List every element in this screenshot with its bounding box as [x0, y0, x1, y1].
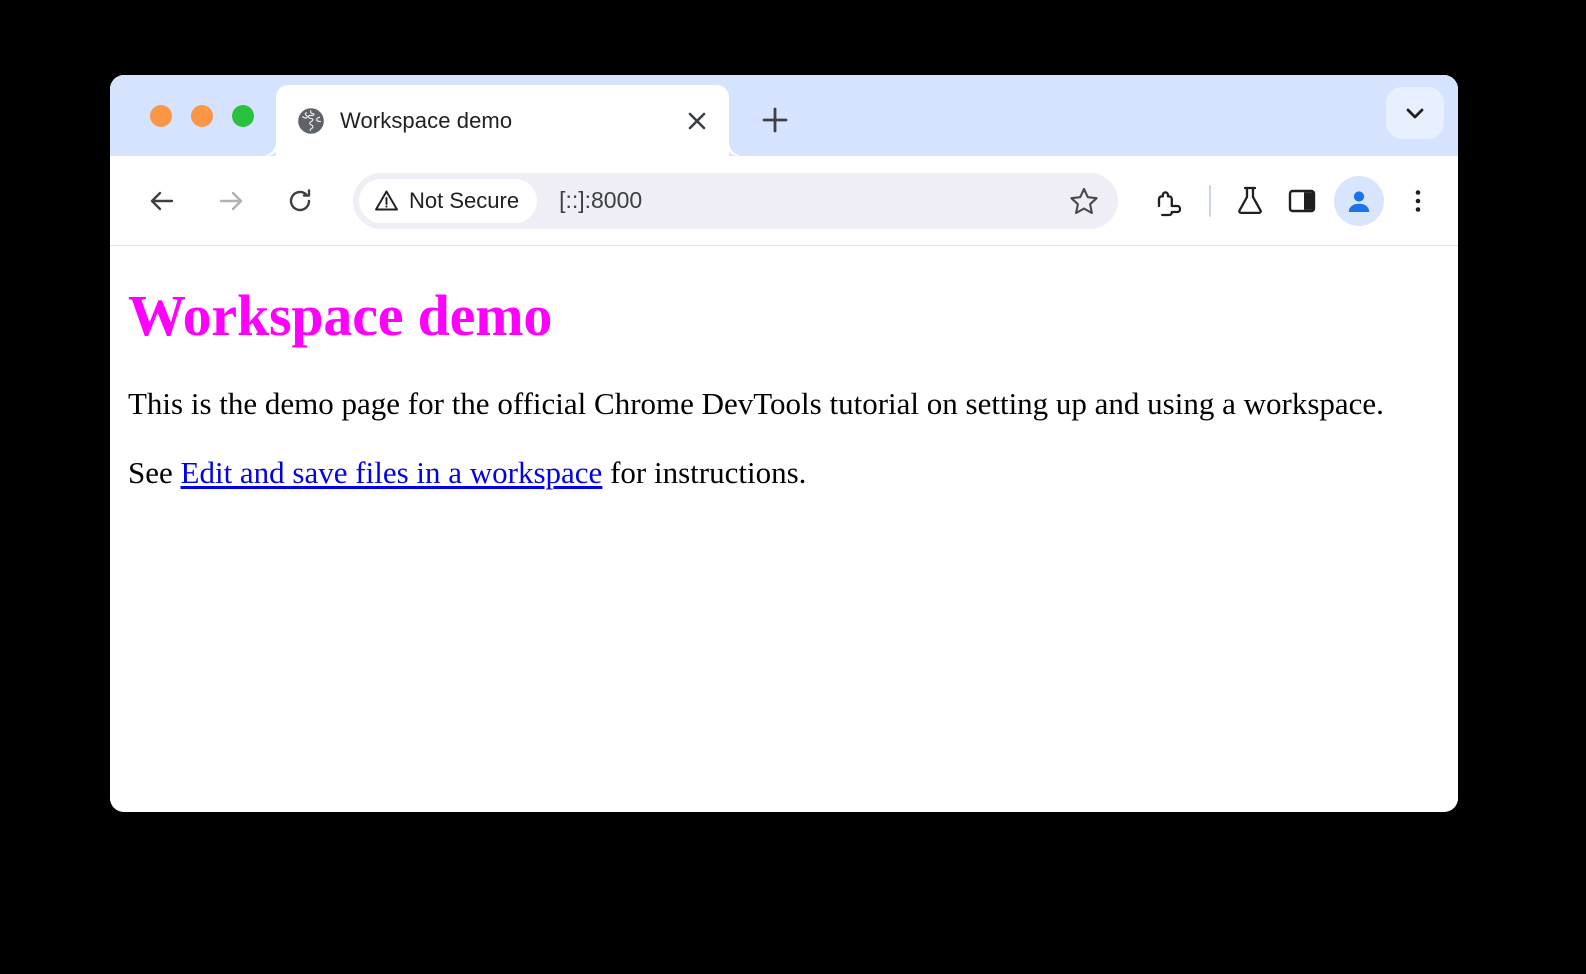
three-dots-icon [1404, 187, 1432, 215]
extensions-button[interactable] [1144, 175, 1196, 227]
back-button[interactable] [136, 175, 188, 227]
person-icon [1343, 185, 1375, 217]
window-minimize-button[interactable] [191, 105, 213, 127]
page-viewport: Workspace demo This is the demo page for… [110, 246, 1458, 812]
reload-button[interactable] [274, 175, 326, 227]
paragraph-prefix-text: See [128, 455, 181, 490]
security-status-label: Not Secure [409, 188, 519, 214]
arrow-left-icon [145, 184, 179, 218]
page-title: Workspace demo [128, 284, 1440, 349]
page-paragraph-intro: This is the demo page for the official C… [128, 385, 1440, 424]
close-icon [684, 108, 710, 134]
url-input[interactable] [537, 186, 1060, 215]
address-bar[interactable]: Not Secure [353, 173, 1118, 229]
forward-button[interactable] [205, 175, 257, 227]
side-panel-button[interactable] [1276, 175, 1328, 227]
tab-curve-right [729, 142, 743, 156]
plus-icon [760, 105, 790, 135]
globe-icon [298, 108, 324, 134]
browser-window: Workspace demo [110, 75, 1458, 812]
browser-tab-active[interactable]: Workspace demo [276, 85, 729, 156]
star-icon [1068, 185, 1100, 217]
labs-button[interactable] [1224, 175, 1276, 227]
profile-button[interactable] [1334, 176, 1384, 226]
puzzle-icon [1152, 183, 1188, 219]
flask-icon [1232, 183, 1268, 219]
new-tab-button[interactable] [751, 96, 799, 144]
warning-triangle-icon [373, 187, 400, 214]
window-close-button[interactable] [150, 105, 172, 127]
paragraph-suffix-text: for instructions. [602, 455, 806, 490]
toolbar-divider [1209, 185, 1211, 217]
reload-icon [283, 184, 317, 218]
tab-close-button[interactable] [681, 105, 713, 137]
page-paragraph-instructions: See Edit and save files in a workspace f… [128, 454, 1440, 493]
bookmark-button[interactable] [1060, 177, 1108, 225]
chevron-down-icon [1402, 100, 1428, 126]
window-traffic-lights [110, 75, 276, 156]
side-panel-icon [1285, 184, 1319, 218]
window-maximize-button[interactable] [232, 105, 254, 127]
tab-strip: Workspace demo [110, 75, 1458, 156]
browser-toolbar: Not Secure [110, 156, 1458, 246]
tab-title: Workspace demo [340, 108, 665, 134]
arrow-right-icon [214, 184, 248, 218]
tab-search-button[interactable] [1386, 87, 1444, 139]
workspace-tutorial-link[interactable]: Edit and save files in a workspace [181, 455, 603, 490]
security-status-badge[interactable]: Not Secure [359, 179, 537, 223]
chrome-menu-button[interactable] [1396, 175, 1440, 227]
